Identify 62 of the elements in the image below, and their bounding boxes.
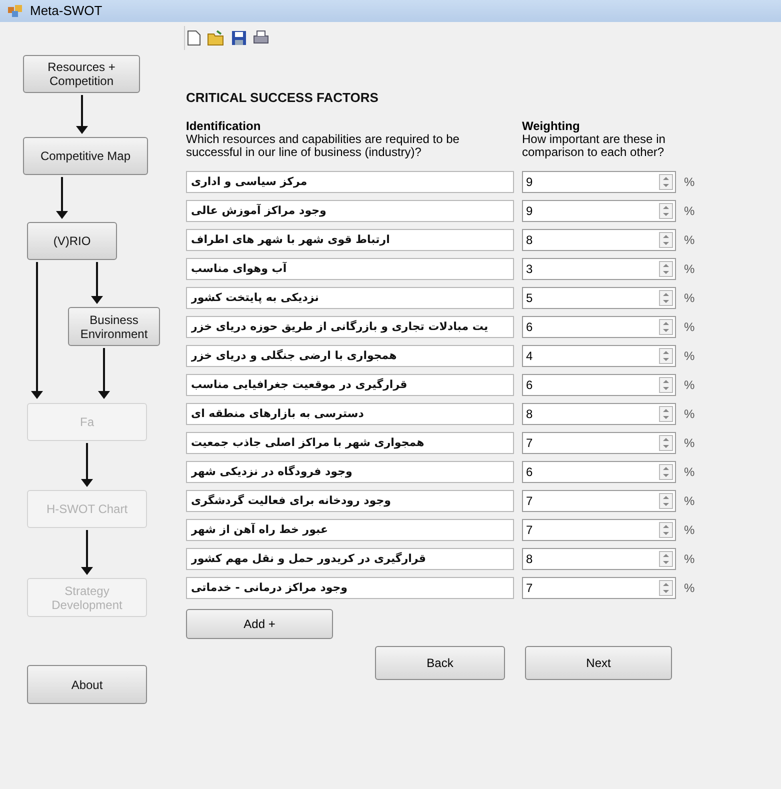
save-icon[interactable] — [231, 30, 247, 46]
weight-spinner[interactable]: 4 — [522, 344, 676, 366]
window-title: Meta-SWOT — [30, 2, 102, 20]
factor-field[interactable]: دسترسی به بازارهای منطقه ای — [186, 402, 514, 424]
percent-label: % — [684, 580, 695, 596]
new-file-icon[interactable] — [187, 30, 201, 46]
folder-icon[interactable] — [207, 30, 225, 46]
arrow — [91, 262, 103, 304]
weight-spinner[interactable]: 7 — [522, 432, 676, 454]
step-button[interactable]: Competitive Map — [23, 137, 148, 175]
percent-label: % — [684, 290, 695, 306]
column-title: Weighting — [522, 120, 581, 132]
factor-field[interactable]: وجود رودخانه برای فعالیت گردشگری — [186, 490, 514, 512]
print-icon[interactable] — [253, 30, 269, 46]
weight-spinner[interactable]: 5 — [522, 286, 676, 308]
weight-spinner[interactable]: 7 — [522, 576, 676, 598]
step-button[interactable]: Resources + Competition — [23, 55, 140, 93]
percent-label: % — [684, 318, 695, 336]
add-button[interactable]: Add + — [186, 608, 333, 638]
percent-label: % — [684, 232, 695, 248]
arrow — [81, 530, 93, 575]
step-button[interactable]: About — [27, 665, 147, 704]
factor-field[interactable]: ارتباط قوی شهر با شهر های اطراف — [186, 228, 514, 250]
weight-spinner[interactable]: 6 — [522, 460, 676, 482]
percent-label: % — [684, 406, 695, 422]
percent-label: % — [684, 464, 695, 480]
factor-field[interactable]: وجود مراکز درمانی - خدماتی — [186, 576, 514, 598]
weight-spinner[interactable]: 7 — [522, 490, 676, 512]
column-description: Which resources and capabilities are required to be successful in our line of business (industry)? — [186, 132, 460, 158]
factor-field[interactable]: قرارگیری در موقعیت جغرافیایی مناسب — [186, 374, 514, 396]
percent-label: % — [684, 550, 695, 568]
weight-spinner[interactable]: 7 — [522, 518, 676, 540]
weight-spinner[interactable]: 8 — [522, 548, 676, 570]
factor-field[interactable]: همجواری شهر با مراکز اصلی جاذب جمعیت — [186, 432, 514, 454]
arrow — [98, 348, 110, 399]
weight-spinner[interactable]: 8 — [522, 228, 676, 250]
percent-label: % — [684, 202, 695, 220]
percent-label: % — [684, 434, 695, 452]
percent-label: % — [684, 348, 695, 364]
weight-spinner[interactable]: 9 — [522, 170, 676, 192]
column-description: How important are these in comparison to each other? — [522, 132, 666, 158]
weight-spinner[interactable]: 6 — [522, 316, 676, 338]
percent-label: % — [684, 174, 695, 190]
back-button[interactable]: Back — [375, 646, 505, 680]
weight-spinner[interactable]: 6 — [522, 374, 676, 396]
column-title: Identification — [186, 120, 262, 132]
app-icon — [8, 5, 22, 17]
arrow — [76, 95, 88, 134]
percent-label: % — [684, 260, 695, 278]
arrow — [56, 177, 68, 219]
factor-field[interactable]: مرکز سیاسی و اداری — [186, 170, 514, 192]
percent-label: % — [684, 376, 695, 394]
percent-label: % — [684, 522, 695, 538]
weight-spinner[interactable]: 3 — [522, 258, 676, 280]
next-button[interactable]: Next — [525, 646, 672, 680]
step-button[interactable]: (V)RIO — [27, 222, 117, 260]
weight-spinner[interactable]: 9 — [522, 200, 676, 222]
weight-spinner[interactable]: 8 — [522, 402, 676, 424]
percent-label: % — [684, 492, 695, 510]
step-button[interactable]: Business Environment — [68, 307, 160, 346]
arrow — [81, 443, 93, 487]
section-heading: CRITICAL SUCCESS FACTORS — [186, 89, 380, 107]
